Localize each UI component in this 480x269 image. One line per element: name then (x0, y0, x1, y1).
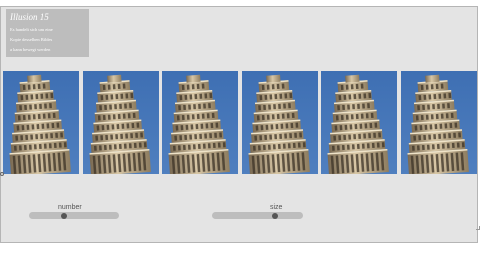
caption-line-2: Kopie desselben Bildes (10, 37, 53, 42)
caption-box: Illusion 15 Es handelt sich um eine Kopi… (6, 9, 89, 57)
size-label: size (270, 204, 283, 211)
number-slider-thumb[interactable] (60, 213, 67, 219)
tower-image (162, 71, 238, 174)
drag-handle[interactable] (0, 172, 4, 176)
size-slider[interactable] (212, 212, 303, 219)
number-label: number (58, 204, 82, 211)
tower-image (321, 71, 397, 174)
size-slider-thumb[interactable] (271, 213, 278, 219)
caption-title: Illusion 15 (10, 12, 49, 22)
resize-corner-icon[interactable] (476, 226, 480, 230)
caption-line-3: a kann bewegt werden (10, 47, 51, 52)
tower-image (3, 71, 79, 174)
caption-line-1: Es handelt sich um eine (10, 27, 53, 32)
tower-image (83, 71, 159, 174)
tower-image (401, 71, 477, 174)
tower-image (242, 71, 318, 174)
number-slider[interactable] (29, 212, 119, 219)
image-strip (3, 71, 477, 174)
